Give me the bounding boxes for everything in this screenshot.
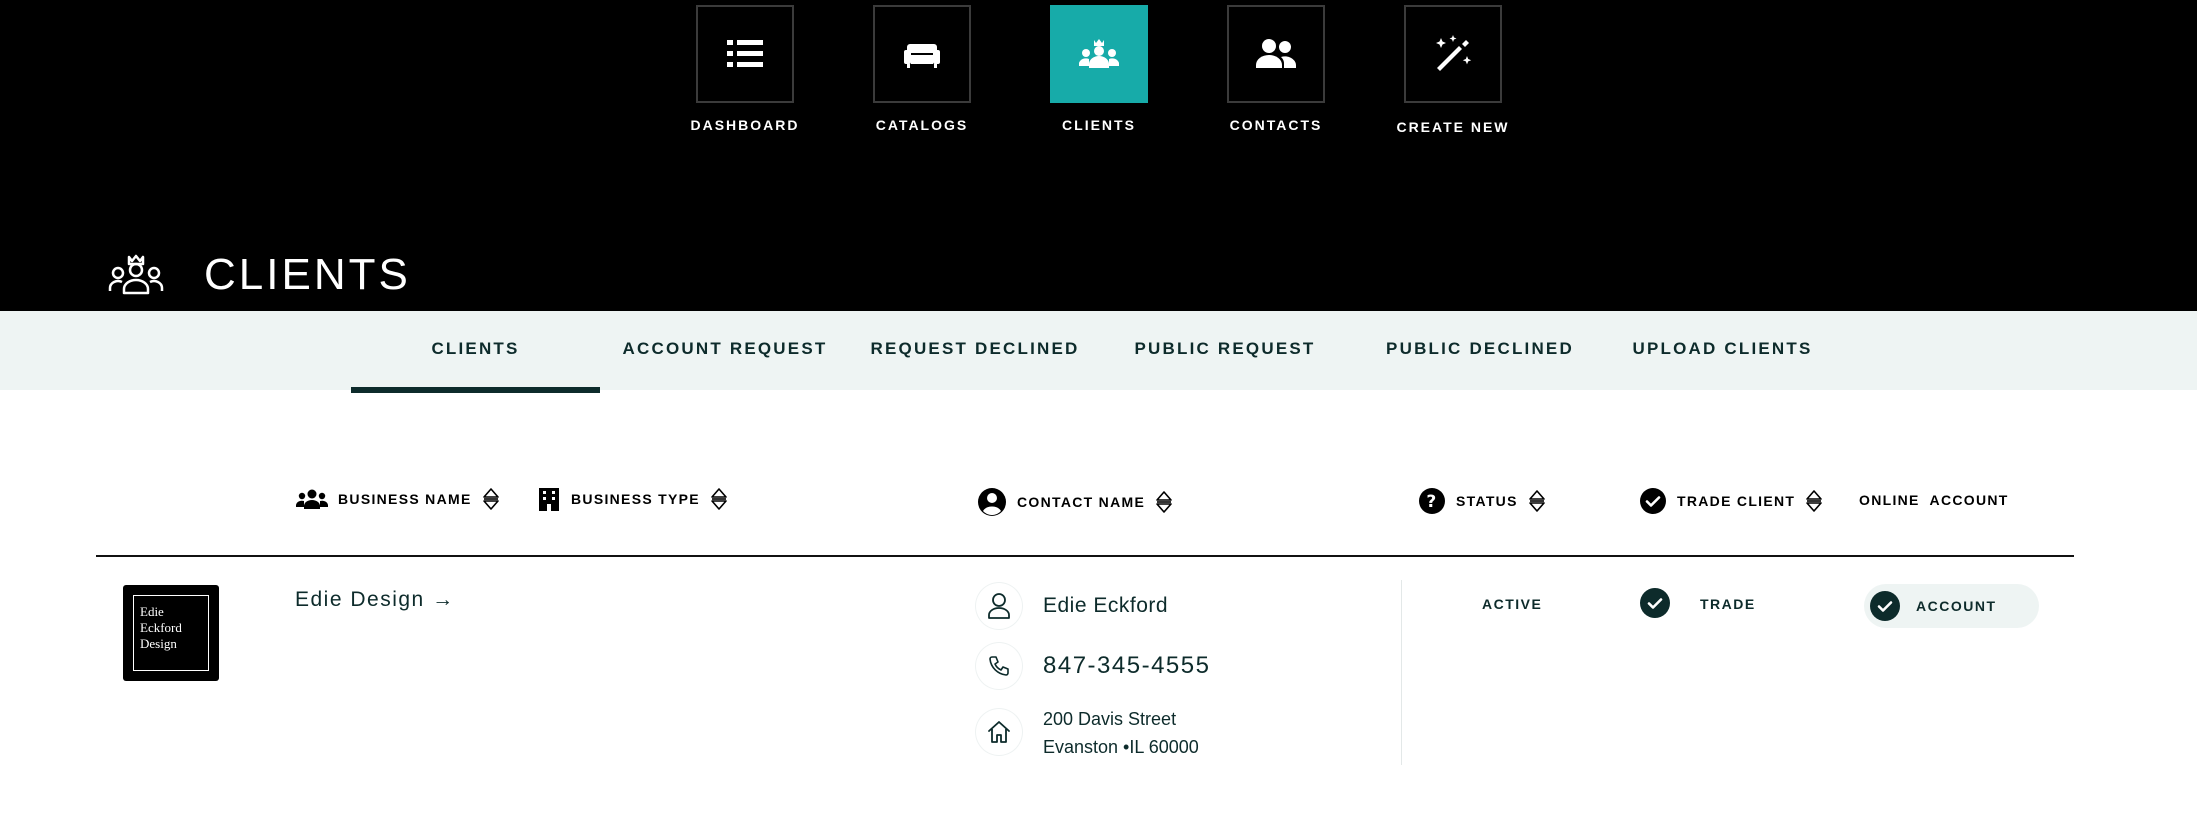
contact-address: 200 Davis Street Evanston •IL 60000	[1043, 705, 1199, 761]
users-icon	[296, 488, 328, 510]
home-icon	[976, 709, 1022, 755]
user-circle-icon	[977, 487, 1007, 517]
phone-icon	[976, 643, 1022, 689]
sort-icon[interactable]	[1805, 489, 1823, 513]
sofa-icon	[904, 44, 940, 68]
col-business-name-label: BUSINESS NAME	[338, 491, 472, 507]
tab-account-request[interactable]: ACCOUNT REQUEST	[610, 311, 840, 390]
list-icon	[727, 40, 763, 67]
active-tab-indicator	[351, 387, 600, 393]
tab-upload-clients[interactable]: UPLOAD CLIENTS	[1615, 311, 1830, 390]
col-contact-name-label: CONTACT NAME	[1017, 494, 1146, 510]
tab-public-request[interactable]: PUBLIC REQUEST	[1110, 311, 1340, 390]
trade-label: TRADE	[1700, 596, 1756, 612]
nav-clients[interactable]: CLIENTS	[1009, 5, 1189, 133]
col-trade-client: TRADE CLIENT	[1639, 487, 1823, 515]
nav-create-new-label: CREATE NEW	[1396, 119, 1510, 135]
trade-check-icon	[1640, 588, 1670, 618]
col-business-type: BUSINESS TYPE	[537, 487, 728, 511]
row-divider	[1401, 580, 1402, 765]
nav-contacts[interactable]: CONTACTS	[1186, 5, 1366, 133]
question-circle-icon: ?	[1418, 487, 1446, 515]
svg-text:?: ?	[1426, 492, 1437, 512]
tab-bar: CLIENTS ACCOUNT REQUEST REQUEST DECLINED…	[0, 311, 2197, 390]
header-divider	[96, 555, 2074, 557]
col-business-name: BUSINESS NAME	[296, 487, 500, 511]
page-header: CLIENTS	[108, 250, 411, 300]
contacts-icon	[1256, 39, 1296, 68]
nav-catalogs-label: CATALOGS	[875, 117, 969, 133]
nav-dashboard-label: DASHBOARD	[690, 117, 800, 133]
logo-line: Edie	[140, 604, 164, 619]
online-account-badge[interactable]: ACCOUNT	[1864, 584, 2039, 628]
nav-contacts-label: CONTACTS	[1229, 117, 1323, 133]
page-title: CLIENTS	[204, 250, 411, 299]
tab-clients[interactable]: CLIENTS	[351, 311, 600, 390]
building-icon	[537, 487, 561, 511]
person-icon	[976, 583, 1022, 629]
address-line-1: 200 Davis Street	[1043, 709, 1177, 729]
nav-create-new-button[interactable]	[1404, 5, 1502, 103]
col-contact-name: CONTACT NAME	[977, 487, 1173, 517]
account-check-icon	[1870, 591, 1900, 621]
col-business-type-label: BUSINESS TYPE	[571, 491, 700, 507]
col-trade-client-label: TRADE CLIENT	[1677, 493, 1796, 509]
sort-icon[interactable]	[710, 487, 728, 511]
clients-icon	[1079, 39, 1119, 68]
sort-icon[interactable]	[482, 487, 500, 511]
sort-icon[interactable]	[1528, 489, 1546, 513]
col-online-account-label: ONLINE ACCOUNT	[1859, 492, 2009, 508]
nav-catalogs-button[interactable]	[873, 5, 971, 103]
client-logo: Edie Eckford Design	[123, 585, 219, 681]
contact-phone: 847-345-4555	[1043, 652, 1211, 679]
magic-wand-icon	[1436, 35, 1472, 71]
contact-name: Edie Eckford	[1043, 594, 1169, 617]
nav-contacts-button[interactable]	[1227, 5, 1325, 103]
col-online-account: ONLINE ACCOUNT	[1859, 492, 2009, 508]
nav-dashboard[interactable]: DASHBOARD	[655, 5, 835, 133]
top-bar: DASHBOARD CATALOGS CLIENTS CONTACTS CREA…	[0, 0, 2197, 311]
col-status: ? STATUS	[1418, 487, 1546, 515]
status-badge: ACTIVE	[1482, 596, 1543, 612]
nav-clients-button[interactable]	[1050, 5, 1148, 103]
tab-public-declined[interactable]: PUBLIC DECLINED	[1365, 311, 1595, 390]
business-name-link[interactable]: Edie Design →	[295, 588, 455, 612]
account-label: ACCOUNT	[1916, 598, 1997, 614]
logo-line: Eckford	[140, 620, 182, 635]
logo-line: Design	[140, 636, 177, 651]
address-line-2: Evanston •IL 60000	[1043, 737, 1199, 757]
nav-dashboard-button[interactable]	[696, 5, 794, 103]
sort-icon[interactable]	[1155, 490, 1173, 514]
col-status-label: STATUS	[1456, 493, 1518, 509]
nav-create-new[interactable]: CREATE NEW	[1363, 5, 1543, 135]
client-logo-frame: Edie Eckford Design	[133, 595, 209, 671]
check-circle-icon	[1639, 487, 1667, 515]
clients-outline-icon	[108, 254, 164, 295]
nav-clients-label: CLIENTS	[1062, 117, 1136, 133]
nav-catalogs[interactable]: CATALOGS	[832, 5, 1012, 133]
tab-request-declined[interactable]: REQUEST DECLINED	[860, 311, 1090, 390]
